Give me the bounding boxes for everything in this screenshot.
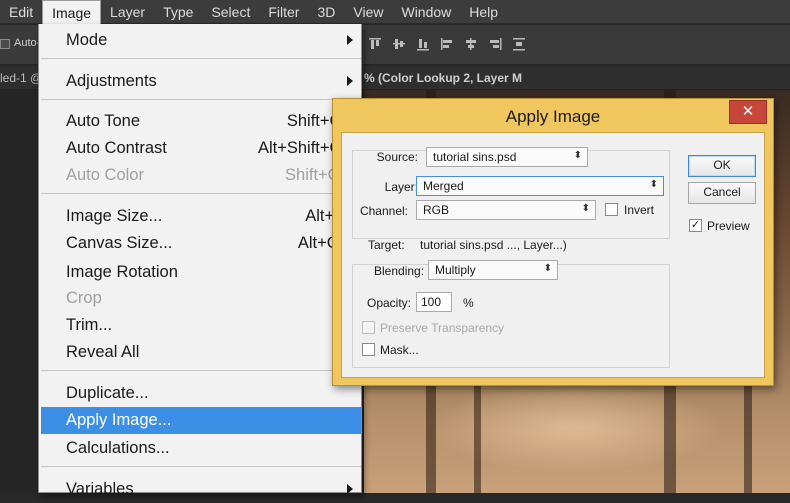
align-left-icon[interactable]: [440, 37, 454, 51]
menu-type[interactable]: Type: [154, 0, 202, 24]
menu-item-mode[interactable]: Mode: [41, 27, 361, 54]
menu-item-auto-contrast[interactable]: Auto Contrast Alt+Shift+Ctrl+L: [41, 135, 374, 162]
dialog-title: Apply Image: [505, 107, 601, 126]
submenu-arrow-icon: [347, 35, 353, 45]
layer-select[interactable]: Merged ⬍: [416, 176, 664, 196]
document-tab-untitled[interactable]: led-1 @: [0, 71, 42, 85]
menu-item-image-rotation[interactable]: Image Rotation: [41, 259, 361, 286]
menu-help[interactable]: Help: [460, 0, 507, 24]
menu-bar: Edit Image Layer Type Select Filter 3D V…: [0, 0, 790, 24]
dropdown-caret-icon: ⬍: [581, 203, 590, 214]
align-hcenter-icon[interactable]: [464, 37, 478, 51]
blending-label: Blending:: [374, 264, 425, 278]
opacity-label: Opacity:: [367, 296, 412, 310]
menu-item-adjustments[interactable]: Adjustments: [41, 68, 361, 95]
submenu-arrow-icon: [347, 76, 353, 86]
align-bottom-icon[interactable]: [416, 37, 430, 51]
menu-item-image-size[interactable]: Image Size... Alt+Ctrl+I: [41, 203, 374, 230]
menu-item-auto-color: Auto Color Shift+Ctrl+B: [66, 166, 374, 184]
menu-separator: [41, 466, 361, 467]
menu-view[interactable]: View: [344, 0, 392, 24]
ok-button[interactable]: OK: [688, 155, 756, 177]
menu-3d[interactable]: 3D: [308, 0, 344, 24]
preview-label: Preview: [707, 219, 750, 233]
menu-item-variables[interactable]: Variables: [41, 476, 361, 503]
preserve-transparency-checkbox: [362, 321, 375, 334]
menu-window[interactable]: Window: [392, 0, 460, 24]
align-vcenter-icon[interactable]: [392, 37, 406, 51]
source-select[interactable]: tutorial sins.psd ⬍: [426, 147, 588, 167]
dropdown-caret-icon: ⬍: [573, 150, 582, 161]
menu-select[interactable]: Select: [202, 0, 259, 24]
target-label: Target:: [368, 238, 405, 252]
mask-checkbox[interactable]: [362, 343, 375, 356]
invert-label: Invert: [624, 203, 655, 217]
menu-item-duplicate[interactable]: Duplicate...: [41, 380, 361, 407]
menu-separator: [41, 58, 361, 59]
source-label: Source:: [376, 150, 418, 164]
menu-item-auto-tone[interactable]: Auto Tone Shift+Ctrl+L: [41, 108, 374, 135]
menu-edit[interactable]: Edit: [0, 0, 42, 24]
auto-select-checkbox[interactable]: [0, 39, 10, 49]
channel-select[interactable]: RGB ⬍: [416, 200, 596, 220]
cancel-button[interactable]: Cancel: [688, 182, 756, 204]
dropdown-caret-icon: ⬍: [543, 263, 552, 274]
blending-select[interactable]: Multiply ⬍: [428, 260, 558, 280]
menu-separator: [41, 99, 361, 100]
opacity-unit: %: [463, 296, 474, 310]
target-value: tutorial sins.psd ..., Layer...): [420, 238, 567, 252]
preview-checkbox[interactable]: ✓: [689, 219, 702, 232]
menu-layer[interactable]: Layer: [101, 0, 154, 24]
opacity-input[interactable]: 100: [416, 292, 452, 312]
menu-image[interactable]: Image: [42, 0, 102, 24]
distribute-icon[interactable]: [512, 37, 526, 51]
dropdown-caret-icon: ⬍: [649, 179, 658, 190]
align-top-icon[interactable]: [368, 37, 382, 51]
menu-filter[interactable]: Filter: [259, 0, 308, 24]
menu-item-calculations[interactable]: Calculations...: [41, 435, 361, 462]
document-tab-active[interactable]: % (Color Lookup 2, Layer M: [364, 71, 790, 85]
menu-item-apply-image[interactable]: Apply Image...: [41, 407, 361, 434]
apply-image-dialog: Apply Image ✕ Source: tutorial sins.psd …: [332, 98, 774, 386]
menu-separator: [41, 370, 361, 371]
align-right-icon[interactable]: [488, 37, 502, 51]
invert-checkbox[interactable]: [605, 203, 618, 216]
menu-item-trim[interactable]: Trim...: [41, 312, 361, 339]
menu-item-crop: Crop: [66, 289, 102, 307]
layer-label: Layer:: [384, 180, 418, 194]
mask-label: Mask...: [380, 343, 419, 357]
canvas-light-glow: [424, 383, 724, 473]
menu-separator: [41, 193, 361, 194]
channel-label: Channel:: [359, 204, 408, 218]
dialog-body: Source: tutorial sins.psd ⬍ Layer: Merge…: [341, 132, 765, 378]
close-icon[interactable]: ✕: [729, 100, 767, 124]
align-toolbar: [368, 37, 526, 51]
auto-select-label: Auto-: [14, 37, 41, 49]
menu-item-reveal-all[interactable]: Reveal All: [41, 339, 361, 366]
menu-item-canvas-size[interactable]: Canvas Size... Alt+Ctrl+C: [41, 230, 374, 257]
image-menu-dropdown: Mode Adjustments Auto Tone Shift+Ctrl+L …: [38, 24, 374, 498]
preserve-transparency-label: Preserve Transparency: [380, 321, 505, 335]
